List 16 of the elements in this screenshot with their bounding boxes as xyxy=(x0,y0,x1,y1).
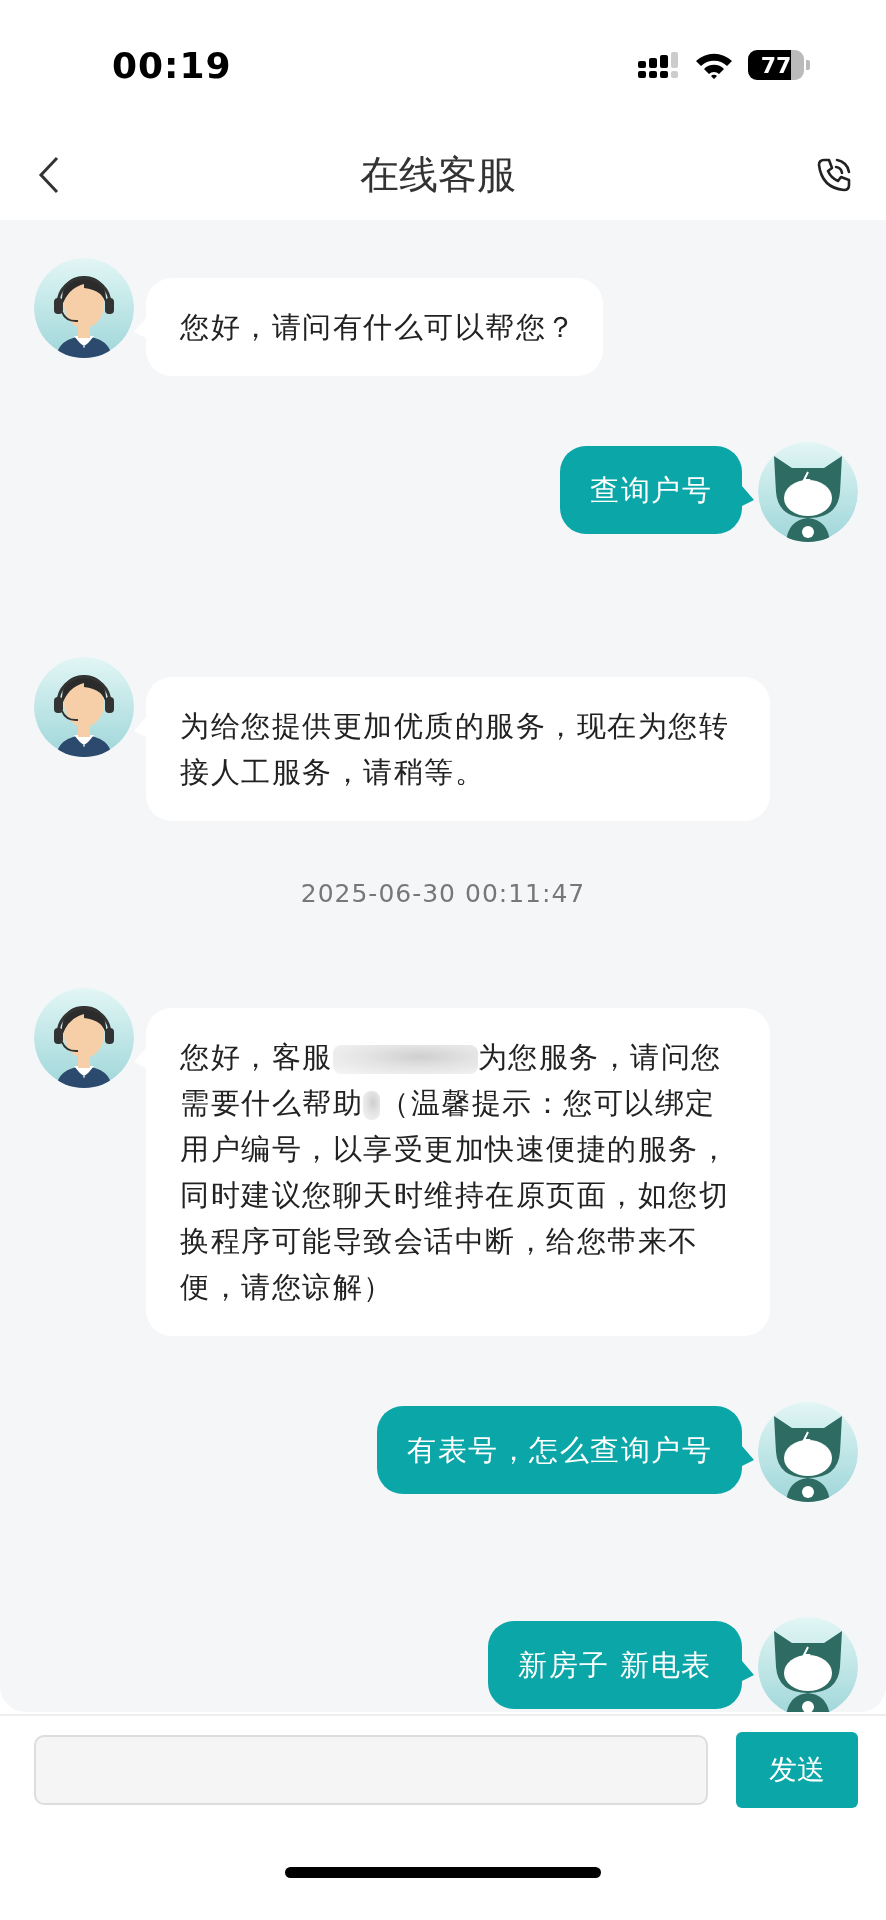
redaction-smudge xyxy=(363,1090,381,1120)
bubble-tail xyxy=(742,1446,754,1466)
bubble-tail xyxy=(134,318,146,338)
send-button[interactable]: 发送 xyxy=(736,1732,858,1808)
signal-icon xyxy=(638,52,680,78)
back-icon[interactable] xyxy=(38,156,60,194)
bubble-tail xyxy=(134,1048,146,1068)
phone-icon[interactable] xyxy=(816,157,852,193)
bubble-tail xyxy=(742,486,754,506)
status-time: 00:19 xyxy=(112,44,232,86)
bubble-tail xyxy=(134,717,146,737)
message-timestamp: 2025-06-30 00:11:47 xyxy=(300,879,586,908)
bubble-tail xyxy=(742,1661,754,1681)
page-title: 在线客服 xyxy=(360,151,516,199)
message-input[interactable] xyxy=(34,1735,708,1805)
wifi-icon xyxy=(694,51,734,79)
